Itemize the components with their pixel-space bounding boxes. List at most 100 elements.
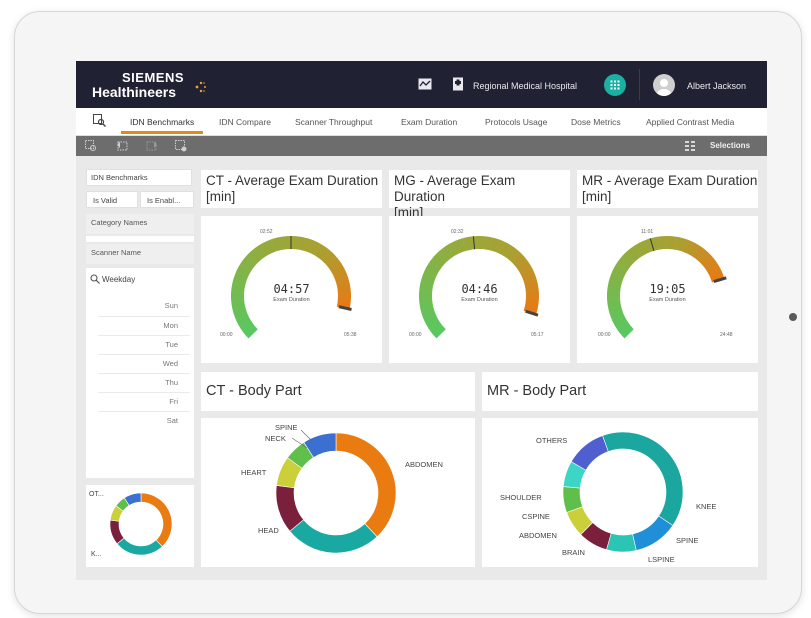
tab-applied-contrast-media[interactable]: Applied Contrast Media (646, 117, 734, 127)
ct-gauge-title: CT - Average Exam Duration [min] (206, 173, 379, 204)
top-bar: SIEMENS Healthineers Regional Medical Ho… (76, 61, 767, 108)
step-back-icon[interactable] (116, 140, 128, 152)
step-forward-icon[interactable] (146, 140, 158, 152)
app-screen: SIEMENS Healthineers Regional Medical Ho… (76, 61, 767, 580)
mr-gauge-mid: 11:01 (641, 229, 654, 235)
selection-toolbar: Selections (76, 136, 767, 156)
scanner-name-filter[interactable]: Scanner Name (86, 244, 194, 264)
hospital-building-icon[interactable] (452, 77, 464, 91)
user-name[interactable]: Albert Jackson (687, 81, 746, 91)
tab-exam-duration[interactable]: Exam Duration (401, 117, 457, 127)
mr-gauge-max: 24:48 (720, 332, 733, 338)
is-enabled-filter[interactable]: Is Enabl... (140, 191, 194, 208)
search-icon[interactable] (90, 274, 100, 284)
mini-donut-svg (109, 492, 173, 556)
mg-gauge-title-card: MG - Average Exam Duration [min] (389, 170, 570, 220)
is-valid-filter[interactable]: Is Valid (86, 191, 138, 208)
hospital-name[interactable]: Regional Medical Hospital (473, 81, 577, 91)
mg-gauge-card[interactable]: 04:46 Exam Duration 00:00 02:32 05:17 (389, 216, 570, 363)
donut-slice-head (116, 537, 163, 556)
smart-search-icon[interactable] (85, 140, 97, 152)
header-divider (639, 69, 640, 100)
mr-gauge-title-card: MR - Average Exam Duration [min] (577, 170, 758, 208)
mr-label-shoulder: SHOULDER (500, 493, 542, 502)
weekday-item[interactable]: Fri (169, 397, 178, 406)
mini-body-part-chart[interactable]: OT... K... (86, 485, 194, 567)
tab-bar: IDN Benchmarks IDN Compare Scanner Throu… (76, 108, 767, 136)
ct-body-part-title-card: CT - Body Part (201, 372, 475, 411)
brand-logo: SIEMENS Healthineers (92, 70, 185, 100)
mr-donut-svg (562, 431, 684, 553)
weekday-item[interactable]: Thu (165, 378, 178, 387)
tab-idn-compare[interactable]: IDN Compare (219, 117, 271, 127)
mr-gauge-title: MR - Average Exam Duration [min] (582, 173, 758, 204)
donut-slice-spine (606, 532, 637, 553)
weekday-item[interactable]: Wed (163, 359, 178, 368)
mr-body-part-card[interactable]: OTHERS KNEE SPINE LSPINE BRAIN ABDOMEN C… (482, 418, 758, 567)
tab-idn-benchmarks[interactable]: IDN Benchmarks (130, 117, 194, 127)
clear-selections-icon[interactable] (175, 140, 187, 152)
tab-protocols-usage[interactable]: Protocols Usage (485, 117, 547, 127)
mr-label-cspine: CSPINE (522, 512, 550, 521)
tab-scanner-throughput[interactable]: Scanner Throughput (295, 117, 372, 127)
donut-slice-shoulder (570, 435, 609, 471)
apps-grid-button[interactable] (604, 74, 626, 96)
ct-gauge-max: 05:38 (344, 332, 357, 338)
row-divider (98, 316, 190, 317)
ct-gauge-subtitle: Exam Duration (273, 297, 310, 303)
idn-benchmarks-filter[interactable]: IDN Benchmarks (86, 169, 192, 186)
tablet-camera (789, 313, 797, 321)
weekday-item[interactable]: Mon (163, 321, 178, 330)
grid-icon (610, 80, 620, 90)
mr-gauge-min: 00:00 (598, 332, 611, 338)
weekday-item[interactable]: Sat (167, 416, 178, 425)
mr-label-abdomen: ABDOMEN (519, 531, 557, 540)
row-divider (98, 354, 190, 355)
weekday-item[interactable]: Sun (165, 301, 178, 310)
ct-body-part-title: CT - Body Part (206, 383, 302, 399)
search-report-icon[interactable] (93, 114, 106, 127)
donut-slice-knee (632, 515, 674, 551)
ct-gauge-card[interactable]: 04:57 Exam Duration 00:00 02:52 05:38 (201, 216, 382, 363)
mg-gauge-subtitle: Exam Duration (461, 297, 498, 303)
weekday-filter-list: Weekday Sun Mon Tue Wed Thu Fri Sat (86, 268, 194, 478)
brand-dots-icon (195, 81, 206, 93)
ct-gauge-mid: 02:52 (260, 229, 273, 235)
selections-button[interactable]: Selections (710, 141, 750, 150)
mr-gauge-value: 19:05 (649, 282, 686, 296)
mr-label-others: OTHERS (536, 436, 568, 445)
mg-gauge-max: 05:17 (531, 332, 544, 338)
monitor-chart-icon[interactable] (418, 77, 432, 91)
mr-label-spine: SPINE (676, 536, 699, 545)
row-divider (98, 373, 190, 374)
ct-gauge-value: 04:57 (273, 282, 310, 296)
ct-leader-lines (291, 429, 314, 449)
tab-dose-metrics[interactable]: Dose Metrics (571, 117, 621, 127)
brand-line2: Healthineers (92, 84, 177, 100)
user-avatar[interactable] (653, 74, 675, 96)
row-divider (98, 411, 190, 412)
ct-gauge-title-card: CT - Average Exam Duration [min] (201, 170, 382, 208)
weekday-search-label[interactable]: Weekday (102, 275, 135, 284)
donut-slice-others (602, 431, 684, 526)
mini-chart-label: OT... (89, 491, 104, 498)
category-names-list (86, 236, 194, 242)
row-divider (98, 392, 190, 393)
mr-body-part-title: MR - Body Part (487, 383, 587, 399)
donut-slice-abdomen (140, 492, 173, 548)
mr-label-lspine: LSPINE (648, 555, 675, 564)
row-divider (98, 335, 190, 336)
mg-gauge-value: 04:46 (461, 282, 498, 296)
mr-body-part-title-card: MR - Body Part (482, 372, 758, 411)
mr-label-knee: KNEE (696, 502, 717, 511)
mr-gauge-card[interactable]: 19:05 Exam Duration 00:00 11:01 24:48 (577, 216, 758, 363)
weekday-item[interactable]: Tue (165, 340, 178, 349)
mr-label-brain: BRAIN (562, 548, 585, 557)
active-tab-indicator (121, 131, 203, 134)
brand-line1: SIEMENS (122, 70, 185, 85)
category-names-filter[interactable]: Category Names (86, 214, 194, 234)
mg-gauge-title: MG - Average Exam Duration [min] (394, 173, 516, 220)
ct-body-part-card[interactable]: SPINE NECK HEART ABDOMEN HEAD (201, 418, 475, 567)
mini-chart-label: K... (91, 551, 102, 558)
selections-icon[interactable] (684, 140, 696, 152)
